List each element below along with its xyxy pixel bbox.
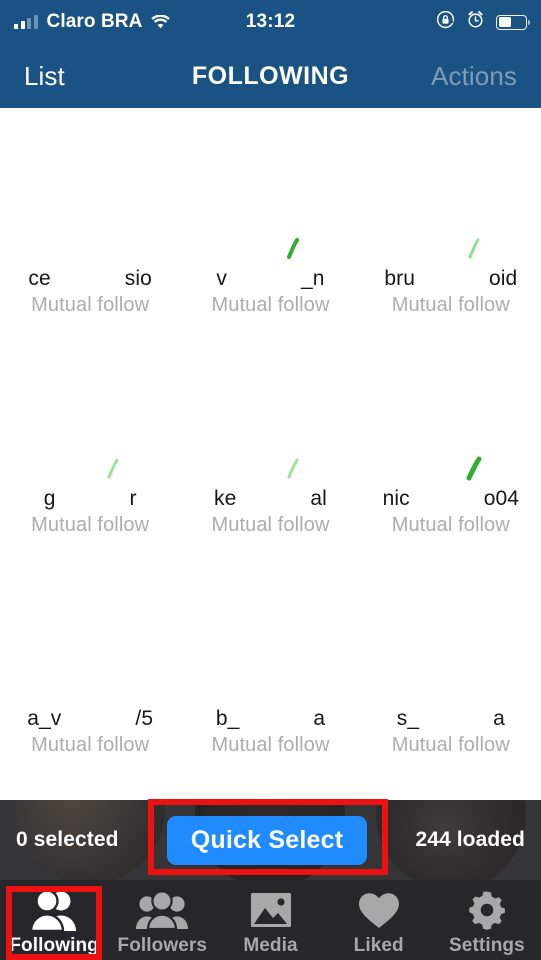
grid-row: a_v./5 Mutual follow b_.a Mutual follow … (0, 548, 541, 768)
tab-liked[interactable]: Liked (325, 880, 433, 960)
user-cell[interactable]: a_v./5 Mutual follow (0, 548, 180, 768)
tab-label: Following (9, 935, 99, 956)
tab-label: Media (243, 935, 298, 956)
status-bar: Claro BRA 13:12 (0, 0, 541, 44)
rotation-lock-icon (436, 10, 455, 34)
user-cell[interactable]: ke.al Mutual follow (180, 328, 360, 548)
username: bru.oid (384, 266, 518, 290)
relationship-status: Mutual follow (211, 514, 330, 536)
tab-followers[interactable]: Followers (108, 880, 216, 960)
username: s_.a (396, 706, 505, 730)
tab-media[interactable]: Media (216, 880, 324, 960)
avatar (376, 342, 525, 490)
tab-settings[interactable]: Settings (433, 880, 541, 960)
relationship-status: Mutual follow (211, 734, 330, 756)
status-bar-right (295, 10, 541, 34)
three-persons-icon (136, 887, 189, 933)
avatar (196, 122, 345, 270)
relationship-status: Mutual follow (391, 734, 510, 756)
quick-select-button[interactable]: Quick Select (166, 815, 368, 865)
relationship-status: Mutual follow (211, 294, 330, 316)
avatar (16, 562, 165, 710)
username: g.r (43, 486, 137, 510)
cellular-signal-icon (14, 15, 38, 29)
status-bar-clock: 13:12 (245, 11, 296, 32)
photo-icon (248, 887, 294, 933)
username: v._n (216, 266, 325, 290)
grid-row: ce.sio Mutual follow v._n Mutual follow … (0, 108, 541, 328)
user-cell[interactable]: g.r Mutual follow (0, 328, 180, 548)
avatar (196, 342, 345, 490)
avatar (376, 562, 525, 710)
relationship-status: Mutual follow (31, 734, 150, 756)
tab-label: Liked (353, 935, 404, 956)
user-cell[interactable]: v._n Mutual follow (180, 108, 360, 328)
relationship-status: Mutual follow (31, 514, 150, 536)
heart-icon (356, 887, 402, 933)
gear-icon (465, 887, 509, 933)
following-grid[interactable]: ce.sio Mutual follow v._n Mutual follow … (0, 108, 541, 800)
username: ce.sio (28, 266, 152, 290)
username: nic.o04 (382, 486, 520, 510)
relationship-status: Mutual follow (391, 294, 510, 316)
user-cell[interactable]: b_.a Mutual follow (180, 548, 360, 768)
user-cell[interactable]: bru.oid Mutual follow (361, 108, 541, 328)
tab-label: Settings (449, 935, 525, 956)
two-persons-filled-icon (28, 887, 80, 933)
app-root: Claro BRA 13:12 List FOLLOWING Actions c… (0, 0, 541, 960)
list-button[interactable]: List (24, 61, 65, 92)
avatar (196, 562, 345, 710)
username: b_.a (215, 706, 326, 730)
user-cell[interactable]: s_.a Mutual follow (361, 548, 541, 768)
relationship-status: Mutual follow (31, 294, 150, 316)
username: ke.al (214, 486, 327, 510)
tab-following[interactable]: Following (0, 880, 108, 960)
loaded-count-label: 244 loaded (415, 828, 525, 851)
tab-label: Followers (117, 935, 208, 956)
avatar (16, 122, 165, 270)
avatar (16, 342, 165, 490)
quick-select-wrapper: Quick Select (166, 815, 368, 865)
actions-button[interactable]: Actions (431, 61, 517, 92)
bottom-tab-bar: Following Followers Media Liked Settings (0, 880, 541, 960)
battery-icon (496, 14, 531, 30)
wifi-icon (151, 15, 171, 29)
alarm-clock-icon (466, 10, 485, 34)
grid-row: g.r Mutual follow ke.al Mutual follow ni… (0, 328, 541, 548)
status-bar-carrier: Claro BRA (46, 11, 143, 32)
selection-action-bar: 0 selected Quick Select 244 loaded (0, 800, 541, 880)
avatar (376, 122, 525, 270)
status-bar-center: 13:12 (246, 11, 296, 33)
status-bar-left: Claro BRA (0, 11, 246, 33)
username: a_v./5 (27, 706, 154, 730)
relationship-status: Mutual follow (391, 514, 510, 536)
user-cell[interactable]: nic.o04 Mutual follow (361, 328, 541, 548)
navigation-bar: List FOLLOWING Actions (0, 44, 541, 108)
selected-count-label: 0 selected (16, 828, 119, 851)
user-cell[interactable]: ce.sio Mutual follow (0, 108, 180, 328)
